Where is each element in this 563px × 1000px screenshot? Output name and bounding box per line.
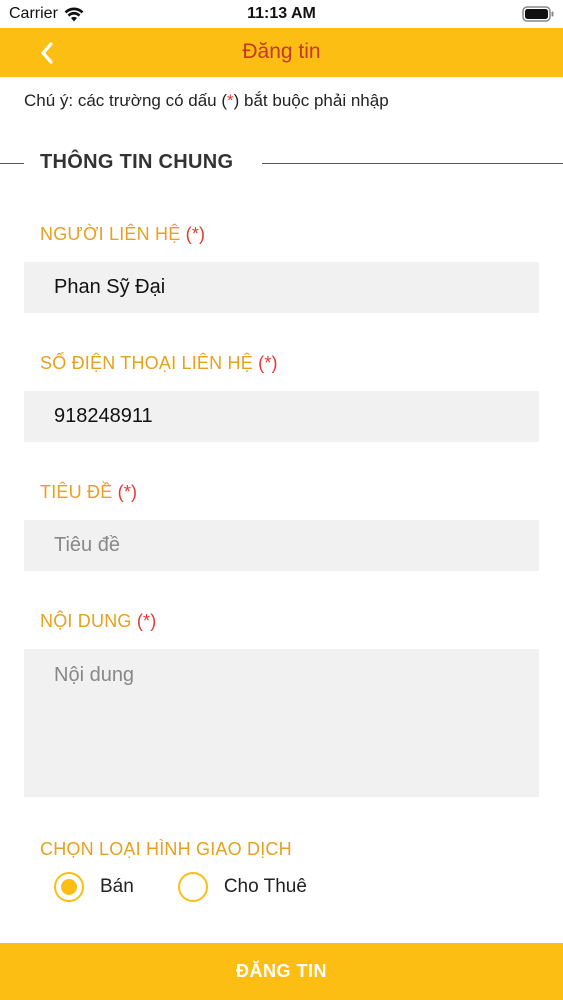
transaction-type-label: CHỌN LOẠI HÌNH GIAO DỊCH [40, 839, 292, 859]
contact-name-label: NGƯỜI LIÊN HỆ (*) [40, 224, 205, 245]
title-label: TIÊU ĐỀ (*) [40, 482, 137, 503]
note-star: * [227, 91, 234, 110]
title-label-text: TIÊU ĐỀ [40, 482, 113, 502]
required-note: Chú ý: các trường có dấu (*) bắt buộc ph… [24, 91, 389, 111]
radio-selected-icon [54, 872, 84, 902]
submit-button[interactable]: ĐĂNG TIN [0, 943, 563, 1000]
radio-option-cho-thue[interactable]: Cho Thuê [177, 872, 307, 902]
content-label-text: NỘI DUNG [40, 611, 132, 631]
phone-input[interactable] [24, 391, 539, 442]
status-time: 11:13 AM [247, 5, 316, 22]
note-prefix: Chú ý: các trường có dấu ( [24, 91, 228, 110]
radio-dot [61, 879, 77, 895]
section-divider-right [262, 163, 563, 164]
phone-label-text: SỐ ĐIỆN THOẠI LIÊN HỆ [40, 353, 253, 373]
required-marker: (*) [185, 224, 206, 244]
battery-icon [522, 6, 554, 22]
contact-name-label-text: NGƯỜI LIÊN HỆ [40, 224, 181, 244]
section-header: THÔNG TIN CHUNG [0, 146, 563, 180]
title-input[interactable] [24, 520, 539, 571]
required-marker: (*) [258, 353, 278, 373]
required-marker: (*) [136, 611, 157, 631]
content-textarea[interactable] [24, 649, 539, 797]
radio-option-ban[interactable]: Bán [54, 872, 134, 902]
radio-unselected-icon [177, 872, 208, 902]
note-suffix: ) bắt buộc phải nhập [233, 91, 389, 110]
required-marker: (*) [117, 482, 138, 502]
section-title: THÔNG TIN CHUNG [40, 151, 234, 173]
section-divider-left [0, 163, 24, 164]
nav-bar: Đăng tin [0, 28, 563, 77]
radio-label: Bán [100, 876, 134, 897]
transaction-type-radio-group: Bán Cho Thuê [54, 872, 351, 902]
contact-name-input[interactable] [24, 262, 539, 313]
status-bar: Carrier 11:13 AM [0, 0, 563, 28]
page-title: Đăng tin [242, 40, 321, 63]
radio-label: Cho Thuê [223, 876, 307, 897]
phone-label: SỐ ĐIỆN THOẠI LIÊN HỆ (*) [40, 353, 278, 374]
content-label: NỘI DUNG (*) [40, 611, 156, 632]
